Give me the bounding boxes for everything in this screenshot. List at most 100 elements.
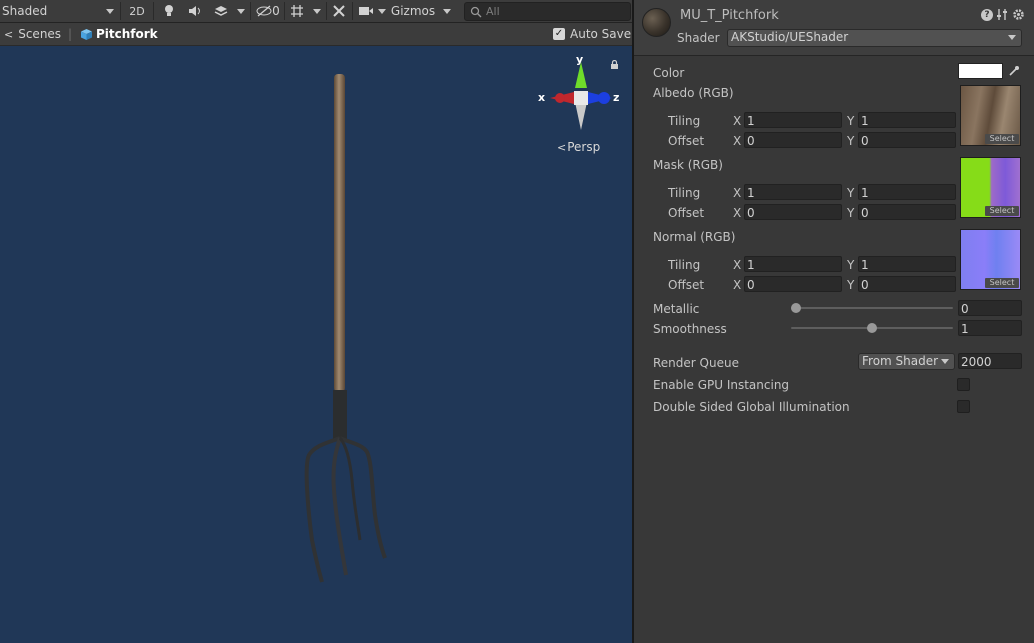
- mask-tiling-y-field[interactable]: 1: [858, 184, 956, 200]
- normal-tiling-y-field[interactable]: 1: [858, 256, 956, 272]
- help-icon[interactable]: ?: [981, 9, 993, 21]
- grid-snap-toggle[interactable]: [287, 2, 307, 20]
- shader-dropdown[interactable]: AKStudio/UEShader: [727, 29, 1022, 47]
- albedo-select-button[interactable]: Select: [985, 134, 1019, 144]
- search-placeholder: All: [486, 5, 500, 18]
- gizmo-center-cube[interactable]: [574, 91, 588, 105]
- camera-dropdown[interactable]: [376, 2, 388, 20]
- hidden-objects-toggle[interactable]: 0: [254, 2, 282, 20]
- effects-toggle[interactable]: [210, 2, 232, 20]
- gizmo-x-label: x: [538, 91, 546, 104]
- mask-offset-y-field[interactable]: 0: [858, 204, 956, 220]
- draw-mode-label: Shaded: [2, 4, 48, 18]
- double-sided-gi-checkbox[interactable]: [957, 400, 970, 413]
- gizmos-button[interactable]: Gizmos: [389, 2, 437, 20]
- breadcrumb-separator: |: [68, 27, 73, 41]
- grid-dropdown[interactable]: [310, 2, 324, 20]
- chevron-down-icon: [378, 8, 386, 14]
- axis-y-label: Y: [847, 186, 855, 200]
- breadcrumb-scenes[interactable]: < Scenes: [4, 23, 61, 45]
- draw-mode-dropdown[interactable]: Shaded: [0, 2, 118, 20]
- normal-texture-slot[interactable]: Select: [960, 229, 1021, 290]
- breadcrumb-pitchfork[interactable]: Pitchfork: [80, 23, 158, 45]
- normal-tiling-label: Tiling: [668, 258, 701, 272]
- gizmo-neg-y-axis[interactable]: [575, 102, 587, 130]
- gizmos-dropdown[interactable]: [440, 2, 454, 20]
- inspector-panel: MU_T_Pitchfork ? Shader AKStudio/UEShade…: [634, 0, 1034, 643]
- breadcrumb-scenes-label: Scenes: [18, 27, 62, 41]
- metallic-label: Metallic: [653, 302, 700, 316]
- axis-y-label: Y: [847, 134, 855, 148]
- sliders-icon[interactable]: [996, 8, 1009, 21]
- toggle-2d-label: 2D: [129, 4, 145, 18]
- metallic-slider-handle[interactable]: [791, 303, 801, 313]
- metallic-slider-track[interactable]: [791, 307, 953, 309]
- auto-save-label: Auto Save: [570, 27, 632, 41]
- normal-offset-x-field[interactable]: 0: [744, 276, 842, 292]
- normal-offset-y-field[interactable]: 0: [858, 276, 956, 292]
- axis-x-label: X: [733, 186, 742, 200]
- audio-toggle[interactable]: [184, 2, 206, 20]
- chevron-down-icon: [313, 8, 321, 14]
- pitchfork-model[interactable]: [290, 70, 400, 590]
- gpu-instancing-checkbox[interactable]: [957, 378, 970, 391]
- smoothness-value-field[interactable]: 1: [958, 320, 1022, 336]
- albedo-texture-slot[interactable]: Select: [960, 85, 1021, 146]
- axis-y-label: Y: [847, 206, 855, 220]
- render-queue-value-field[interactable]: 2000: [958, 353, 1022, 369]
- mask-tiling-x-field[interactable]: 1: [744, 184, 842, 200]
- auto-save-checkbox[interactable]: ✓: [553, 28, 565, 40]
- breadcrumb: < Scenes | Pitchfork: [0, 23, 632, 46]
- normal-tiling-x-field[interactable]: 1: [744, 256, 842, 272]
- grid-snap-icon: [291, 5, 303, 17]
- normal-select-button[interactable]: Select: [985, 278, 1019, 288]
- mask-label: Mask (RGB): [653, 158, 723, 172]
- toggle-2d-button[interactable]: 2D: [124, 2, 150, 20]
- prefab-cube-icon: [81, 28, 92, 40]
- render-queue-dropdown[interactable]: From Shader: [858, 353, 955, 370]
- eye-slash-icon: [256, 5, 272, 17]
- albedo-offset-y-field[interactable]: 0: [858, 132, 956, 148]
- chevron-down-icon: [106, 9, 114, 14]
- projection-label: Persp: [567, 140, 601, 154]
- axis-y-label: Y: [847, 278, 855, 292]
- axis-y-label: Y: [847, 114, 855, 128]
- albedo-tiling-y-field[interactable]: 1: [858, 112, 956, 128]
- mask-texture-slot[interactable]: Select: [960, 157, 1021, 218]
- search-input[interactable]: All: [464, 2, 631, 21]
- scene-view[interactable]: y x z < Persp: [0, 0, 632, 643]
- albedo-offset-x-field[interactable]: 0: [744, 132, 842, 148]
- color-swatch[interactable]: [958, 63, 1003, 79]
- camera-settings-button[interactable]: [356, 2, 376, 20]
- albedo-label: Albedo (RGB): [653, 86, 734, 100]
- smoothness-label: Smoothness: [653, 322, 727, 336]
- albedo-offset-label: Offset: [668, 134, 705, 148]
- scene-toolbar: Shaded 2D 0 Gizmos All: [0, 0, 632, 23]
- tools-icon: [333, 5, 345, 17]
- chevron-down-icon: [443, 8, 451, 14]
- projection-toggle[interactable]: < Persp: [557, 140, 600, 154]
- search-icon: [470, 6, 482, 17]
- lighting-toggle[interactable]: [158, 2, 180, 20]
- material-preview-sphere: [642, 8, 671, 37]
- smoothness-slider-handle[interactable]: [867, 323, 877, 333]
- persp-icon: <: [557, 140, 567, 154]
- chevron-left-icon: <: [4, 27, 14, 41]
- render-queue-mode: From Shader: [862, 354, 939, 368]
- axis-x-label: X: [733, 258, 742, 272]
- mask-offset-x-field[interactable]: 0: [744, 204, 842, 220]
- gizmos-label: Gizmos: [390, 4, 436, 18]
- mask-select-button[interactable]: Select: [985, 206, 1019, 216]
- effects-dropdown[interactable]: [234, 2, 248, 20]
- color-label: Color: [653, 66, 685, 80]
- hidden-count: 0: [272, 4, 280, 18]
- normal-offset-label: Offset: [668, 278, 705, 292]
- metallic-value-field[interactable]: 0: [958, 300, 1022, 316]
- render-queue-label: Render Queue: [653, 356, 739, 370]
- eyedropper-icon[interactable]: [1008, 65, 1020, 77]
- albedo-tiling-x-field[interactable]: 1: [744, 112, 842, 128]
- material-name: MU_T_Pitchfork: [680, 8, 779, 23]
- lock-icon[interactable]: [610, 58, 619, 69]
- tools-toggle[interactable]: [329, 2, 349, 20]
- gear-icon[interactable]: [1012, 8, 1025, 21]
